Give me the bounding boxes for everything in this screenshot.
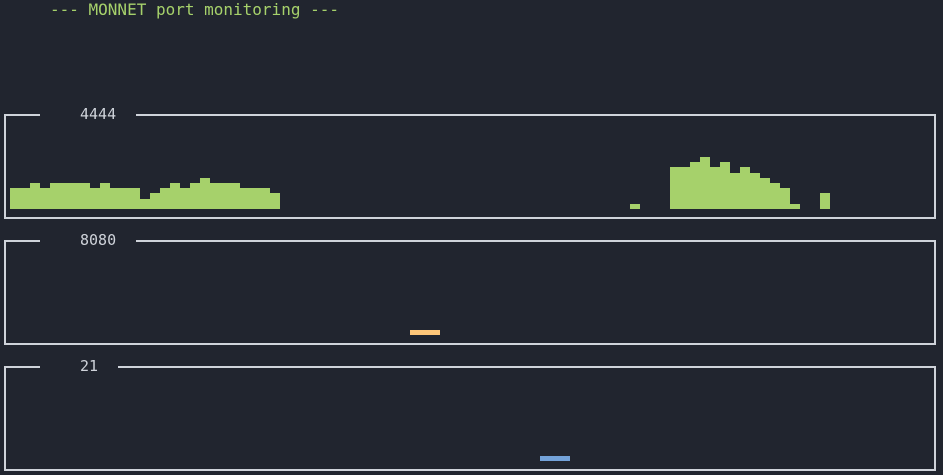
traffic-bar [100, 183, 110, 209]
traffic-bar [120, 188, 130, 209]
traffic-bar [150, 193, 160, 209]
traffic-bar [820, 193, 830, 209]
traffic-bar [780, 188, 790, 209]
traffic-bar [430, 330, 440, 335]
traffic-bar [260, 188, 270, 209]
traffic-bar [790, 204, 800, 209]
traffic-bar [180, 188, 190, 209]
port-label: 21 [80, 357, 99, 375]
traffic-bar [230, 183, 240, 209]
traffic-bar [60, 183, 70, 209]
traffic-bar [550, 456, 560, 461]
panel-frame [4, 240, 936, 345]
traffic-bar [420, 330, 430, 335]
port-chart [4, 240, 936, 345]
traffic-bar [630, 204, 640, 209]
traffic-bar [160, 188, 170, 209]
traffic-bar [200, 178, 210, 209]
traffic-bar [710, 167, 720, 209]
traffic-bar [250, 188, 260, 209]
traffic-bar [190, 183, 200, 209]
traffic-bar [730, 173, 740, 209]
port-chart [4, 114, 936, 219]
traffic-bar [110, 188, 120, 209]
traffic-bar [750, 173, 760, 209]
traffic-bar [690, 162, 700, 209]
port-chart [4, 366, 936, 471]
traffic-bar [740, 167, 750, 209]
port-panel-8080: 8080 [4, 231, 936, 346]
traffic-bar [210, 183, 220, 209]
page-title: --- MONNET port monitoring --- [50, 0, 339, 19]
traffic-bar [540, 456, 550, 461]
traffic-bar [20, 188, 30, 209]
traffic-bar [240, 188, 250, 209]
traffic-bar [770, 183, 780, 209]
traffic-bar [670, 167, 680, 209]
traffic-bar [40, 188, 50, 209]
traffic-bar [50, 183, 60, 209]
traffic-bar [700, 157, 710, 209]
port-panel-4444: 4444 [4, 105, 936, 220]
traffic-bar [70, 183, 80, 209]
traffic-bar [760, 178, 770, 209]
traffic-bar [560, 456, 570, 461]
traffic-bar [220, 183, 230, 209]
traffic-bar [130, 188, 140, 209]
traffic-bar [30, 183, 40, 209]
traffic-bar [10, 188, 20, 209]
traffic-bar [680, 167, 690, 209]
panel-frame [4, 366, 936, 471]
traffic-bar [140, 199, 150, 209]
port-panel-21: 21 [4, 357, 936, 472]
traffic-bar [270, 193, 280, 209]
traffic-bar [90, 188, 100, 209]
port-label: 4444 [80, 105, 117, 123]
port-label: 8080 [80, 231, 117, 249]
traffic-bar [80, 183, 90, 209]
traffic-bar [410, 330, 420, 335]
traffic-bar [720, 162, 730, 209]
traffic-bar [170, 183, 180, 209]
